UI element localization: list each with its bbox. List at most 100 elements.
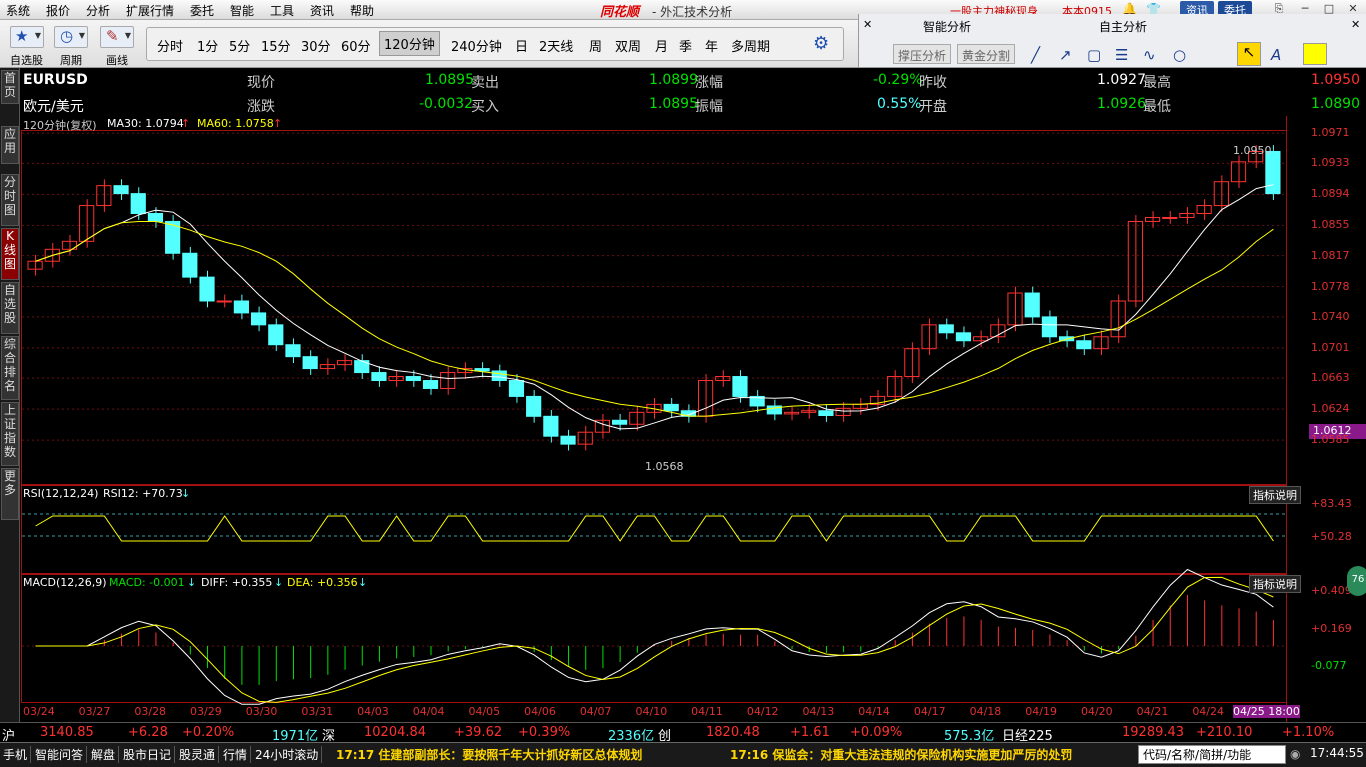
text-tool-icon[interactable]: A xyxy=(1271,46,1281,64)
news-ticker-1[interactable]: 17:17 住建部副部长：要按照千年大计抓好新区总体规划 xyxy=(336,746,642,763)
ray-tool-icon[interactable]: ↗ xyxy=(1059,46,1072,64)
wave-tool-icon[interactable]: ∿ xyxy=(1143,46,1156,64)
rsi-help-button[interactable]: 指标说明 xyxy=(1249,486,1301,504)
menu-smart[interactable]: 智能 xyxy=(230,2,254,19)
candle-body xyxy=(233,300,249,314)
period-realtime[interactable]: 分时 xyxy=(157,36,183,55)
bottom-tab-diary[interactable]: 股市日记 xyxy=(120,746,176,763)
period-30min[interactable]: 30分 xyxy=(301,36,331,55)
rect-tool-icon[interactable]: ▢ xyxy=(1087,46,1101,64)
bottom-tab-qa[interactable]: 智能问答 xyxy=(32,746,88,763)
sidebar-sh-index[interactable]: 上证指数 xyxy=(1,402,19,466)
index-status-bar: 沪 3140.85 +6.28 +0.20% 1971亿 深 10204.84 … xyxy=(0,722,1366,744)
menu-quote[interactable]: 报价 xyxy=(46,2,70,19)
cursor-tool-icon[interactable]: ↖ xyxy=(1237,42,1261,66)
ma30-label: MA30: 1.0794 xyxy=(107,117,184,130)
menu-news[interactable]: 资讯 xyxy=(310,2,334,19)
period-2day[interactable]: 2天线 xyxy=(539,36,573,55)
kline-chart[interactable] xyxy=(21,116,1366,722)
window-title: - 外汇技术分析 xyxy=(652,5,733,19)
period-month[interactable]: 月 xyxy=(655,36,668,55)
period-240min[interactable]: 240分钟 xyxy=(451,36,502,55)
period-week[interactable]: 周 xyxy=(589,36,602,55)
period-2week[interactable]: 双周 xyxy=(615,36,641,55)
x-tick-label: 03/28 xyxy=(134,705,167,718)
sidebar-timeshare[interactable]: 分时图 xyxy=(1,174,19,226)
circle-tool-icon[interactable]: ○ xyxy=(1173,46,1186,64)
period-multi[interactable]: 多周期 xyxy=(731,36,770,55)
menu-help[interactable]: 帮助 xyxy=(350,2,374,19)
x-tick-label: 04/05 xyxy=(468,705,501,718)
period-day[interactable]: 日 xyxy=(515,36,528,55)
chart-area[interactable]: 120分钟(复权) MA30: 1.0794 ↑ MA60: 1.0758 ↑ … xyxy=(21,116,1366,722)
menu-tools[interactable]: 工具 xyxy=(270,2,294,19)
label-prev: 昨收 xyxy=(919,75,947,91)
period-1min[interactable]: 1分 xyxy=(197,36,218,55)
news-ticker-2[interactable]: 17:16 保监会：对重大违法违规的保险机构实施更加严厉的处罚 xyxy=(730,746,1072,763)
rsi-down-icon: ↓ xyxy=(181,487,191,500)
color-picker-icon[interactable] xyxy=(1303,43,1327,65)
settings-gear-icon[interactable]: ⚙ xyxy=(813,33,829,54)
golden-section-button[interactable]: 黄金分割 xyxy=(957,44,1016,64)
bottom-tab-mobile[interactable]: 手机 xyxy=(0,746,32,763)
channel-tool-icon[interactable]: ☰ xyxy=(1115,46,1128,64)
score-badge[interactable]: 76 xyxy=(1347,566,1366,596)
bottom-tab-stockmind[interactable]: 股灵通 xyxy=(176,746,220,763)
x-tick-label: 04/13 xyxy=(802,705,835,718)
x-tick-label: 04/24 xyxy=(1192,705,1225,718)
x-tick-label: 03/30 xyxy=(245,705,278,718)
rsi-frame xyxy=(21,485,1287,574)
panel-close-icon[interactable]: ✕ xyxy=(863,18,872,31)
period-60min[interactable]: 60分 xyxy=(341,36,371,55)
x-tick-label: 04/06 xyxy=(524,705,556,718)
period-5min[interactable]: 5分 xyxy=(229,36,250,55)
sidebar-ranking[interactable]: 综合排名 xyxy=(1,336,19,400)
bottom-tab-market[interactable]: 行情 xyxy=(220,746,252,763)
menu-analysis[interactable]: 分析 xyxy=(86,2,110,19)
line-tool-icon[interactable]: ╱ xyxy=(1031,46,1040,64)
macd-help-button[interactable]: 指标说明 xyxy=(1249,575,1301,593)
code-search-input[interactable]: 代码/名称/简拼/功能 xyxy=(1138,745,1286,764)
period-icon[interactable]: ◷ ▼ xyxy=(54,26,88,48)
bottom-tab-24h[interactable]: 24小时滚动 xyxy=(252,746,323,763)
candle-body xyxy=(491,370,507,382)
watchlist-icon[interactable]: ★ ▼ xyxy=(10,26,44,48)
sidebar-more[interactable]: 更多 xyxy=(1,468,19,520)
diff-value: DIFF: +0.355 xyxy=(201,576,273,589)
candle-body xyxy=(818,410,834,417)
y-tick-label: 1.0624 xyxy=(1311,402,1350,416)
menu-ext-market[interactable]: 扩展行情 xyxy=(126,2,174,19)
label-chg: 涨幅 xyxy=(695,75,723,91)
x-tick-label: 04/07 xyxy=(579,705,612,718)
main-frame xyxy=(21,130,1287,485)
sh-value: 3140.85 xyxy=(40,725,94,740)
watchlist-label: 自选股 xyxy=(10,54,43,67)
x-tick-label: 04/18 xyxy=(969,705,1002,718)
support-resistance-button[interactable]: 撑压分析 xyxy=(893,44,952,64)
period-120min[interactable]: 120分钟 xyxy=(379,31,440,56)
value-low: 1.0890 xyxy=(1311,96,1360,112)
sidebar-home[interactable]: 首页 xyxy=(1,70,19,104)
macd-down-icon: ↓ xyxy=(187,576,197,589)
self-analysis-tab[interactable]: 自主分析 xyxy=(1099,18,1147,35)
sidebar-kline[interactable]: K线图 xyxy=(1,228,19,280)
sidebar-apps[interactable]: 应用 xyxy=(1,126,19,164)
sidebar-watchlist[interactable]: 自选股 xyxy=(1,282,19,334)
globe-icon: ◉ xyxy=(1290,747,1301,761)
bottom-tab-analysis[interactable]: 解盘 xyxy=(88,746,120,763)
candle-body xyxy=(663,403,679,412)
period-quarter[interactable]: 季 xyxy=(679,36,692,55)
candle-body xyxy=(1144,216,1161,222)
y-tick-label: 1.0971 xyxy=(1311,126,1350,140)
draw-icon[interactable]: ✎ ▼ xyxy=(100,26,134,48)
menu-system[interactable]: 系统 xyxy=(6,2,30,19)
period-year[interactable]: 年 xyxy=(705,36,718,55)
panel-close2-icon[interactable]: ✕ xyxy=(1351,18,1360,31)
x-tick-label: 04/17 xyxy=(913,705,946,718)
value-buy: 1.0895 xyxy=(649,96,698,112)
value-now: 1.0895 xyxy=(425,72,474,88)
period-15min[interactable]: 15分 xyxy=(261,36,291,55)
menu-trade[interactable]: 委托 xyxy=(190,2,214,19)
label-low: 最低 xyxy=(1143,99,1171,115)
smart-analysis-tab[interactable]: 智能分析 xyxy=(923,18,971,35)
